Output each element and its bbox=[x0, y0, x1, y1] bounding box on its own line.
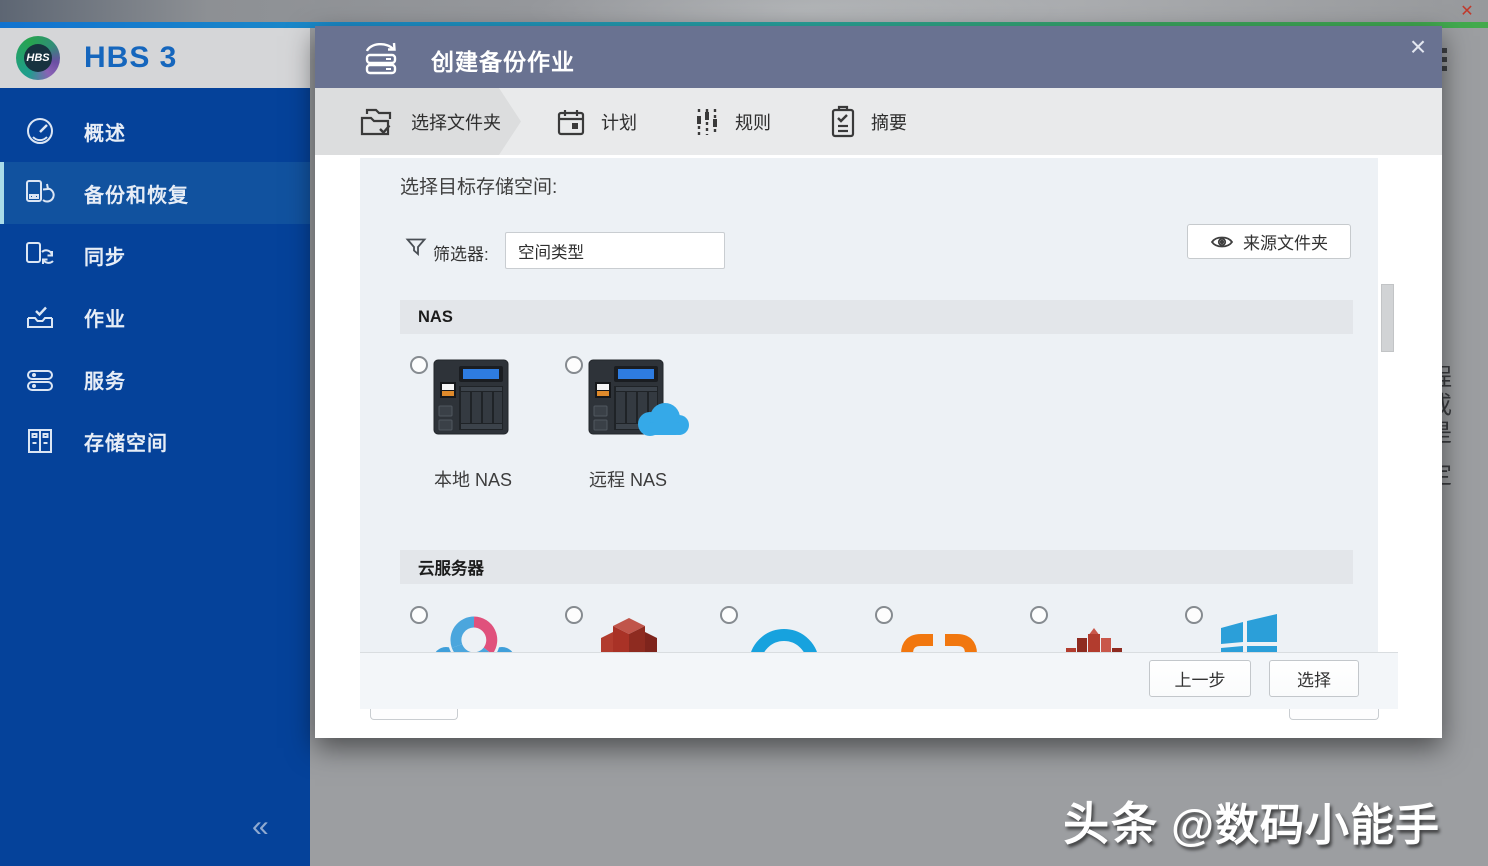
sidebar-item-label: 存储空间 bbox=[84, 427, 168, 456]
screen: ✕ 程 或 是 定 头条 @数码小能手 HBS HBS 3 概述 bbox=[0, 0, 1488, 866]
panel-scrollbar[interactable] bbox=[1378, 158, 1398, 652]
radio-cloud-5[interactable] bbox=[1030, 606, 1048, 624]
sidebar-item-services[interactable]: 服务 bbox=[0, 348, 310, 410]
panel-scrollbar-thumb[interactable] bbox=[1381, 284, 1394, 352]
step-rules[interactable]: 规则 bbox=[693, 88, 771, 155]
step-label: 计划 bbox=[601, 109, 637, 135]
section-header-cloud: 云服务器 bbox=[400, 550, 1353, 584]
folder-check-icon bbox=[359, 105, 397, 139]
sidebar-header: HBS HBS 3 bbox=[0, 28, 310, 88]
sliders-icon bbox=[693, 106, 721, 138]
backup-device-icon bbox=[361, 39, 413, 77]
step-label: 摘要 bbox=[871, 109, 907, 135]
hbs-logo-text: HBS bbox=[24, 44, 52, 72]
step-label: 选择文件夹 bbox=[411, 109, 501, 135]
step-summary[interactable]: 摘要 bbox=[829, 88, 907, 155]
backup-restore-icon bbox=[24, 177, 56, 209]
sidebar-nav: 概述 备份和恢复 bbox=[0, 100, 310, 472]
sidebar-item-label: 备份和恢复 bbox=[84, 179, 189, 208]
obscured-button-fragment bbox=[1289, 709, 1379, 720]
close-icon[interactable]: ✕ bbox=[1454, 0, 1480, 22]
gauge-icon bbox=[24, 115, 56, 147]
panel-heading: 选择目标存储空间: bbox=[400, 172, 557, 199]
remote-nas-icon[interactable] bbox=[588, 358, 666, 438]
watermark-brand: 头条 bbox=[1063, 788, 1159, 854]
sidebar-item-label: 作业 bbox=[84, 303, 126, 332]
dialog-title: 创建备份作业 bbox=[431, 43, 575, 77]
radio-local-nas[interactable] bbox=[410, 356, 428, 374]
obscured-button-fragment bbox=[370, 709, 458, 720]
sidebar-item-sync[interactable]: 同步 bbox=[0, 224, 310, 286]
radio-cloud-4[interactable] bbox=[875, 606, 893, 624]
sidebar-collapse-button[interactable]: « bbox=[252, 810, 269, 844]
filter-icon bbox=[405, 236, 427, 258]
remote-nas-label: 远程 NAS bbox=[569, 466, 687, 492]
section-header-nas: NAS bbox=[400, 300, 1353, 334]
hbs-logo-icon: HBS bbox=[16, 36, 60, 80]
clipboard-icon bbox=[829, 105, 857, 139]
local-nas-icon[interactable] bbox=[433, 358, 511, 438]
radio-cloud-2[interactable] bbox=[565, 606, 583, 624]
step-wizard: 选择文件夹 计划 bbox=[315, 88, 1442, 155]
step-select-folders[interactable]: 选择文件夹 bbox=[315, 88, 521, 155]
app-title: HBS 3 bbox=[84, 41, 177, 75]
jobs-icon bbox=[24, 301, 56, 333]
sidebar-item-label: 同步 bbox=[84, 241, 126, 270]
sync-icon bbox=[24, 239, 56, 271]
previous-step-button[interactable]: 上一步 bbox=[1149, 660, 1251, 697]
dialog-header: 创建备份作业 × bbox=[315, 26, 1442, 88]
sidebar-item-backup-restore[interactable]: 备份和恢复 bbox=[0, 162, 310, 224]
sidebar-item-label: 概述 bbox=[84, 117, 126, 146]
step-schedule[interactable]: 计划 bbox=[555, 88, 637, 155]
os-titlebar bbox=[0, 0, 1488, 22]
calendar-icon bbox=[555, 106, 587, 138]
watermark: 头条 @数码小能手 bbox=[990, 792, 1468, 850]
eye-icon bbox=[1210, 234, 1234, 250]
source-folder-button[interactable]: 来源文件夹 bbox=[1187, 224, 1351, 259]
create-backup-job-dialog: 创建备份作业 × 选择文件夹 bbox=[315, 26, 1442, 738]
sidebar-item-overview[interactable]: 概述 bbox=[0, 100, 310, 162]
storage-icon bbox=[24, 425, 56, 457]
watermark-handle: @数码小能手 bbox=[1171, 789, 1440, 853]
dialog-close-icon[interactable]: × bbox=[1401, 30, 1435, 64]
step-label: 规则 bbox=[735, 109, 771, 135]
sidebar: HBS HBS 3 概述 bbox=[0, 28, 310, 866]
radio-remote-nas[interactable] bbox=[565, 356, 583, 374]
radio-cloud-1[interactable] bbox=[410, 606, 428, 624]
source-folder-button-label: 来源文件夹 bbox=[1243, 229, 1328, 254]
services-icon bbox=[24, 363, 56, 395]
sidebar-item-label: 服务 bbox=[84, 365, 126, 394]
local-nas-label: 本地 NAS bbox=[414, 466, 532, 492]
select-button[interactable]: 选择 bbox=[1269, 660, 1359, 697]
radio-cloud-3[interactable] bbox=[720, 606, 738, 624]
filter-label: 筛选器: bbox=[433, 240, 489, 265]
filter-input[interactable] bbox=[505, 232, 725, 269]
panel-footer: 上一步 选择 bbox=[360, 652, 1398, 709]
sidebar-item-storage[interactable]: 存储空间 bbox=[0, 410, 310, 472]
sidebar-item-jobs[interactable]: 作业 bbox=[0, 286, 310, 348]
radio-cloud-6[interactable] bbox=[1185, 606, 1203, 624]
